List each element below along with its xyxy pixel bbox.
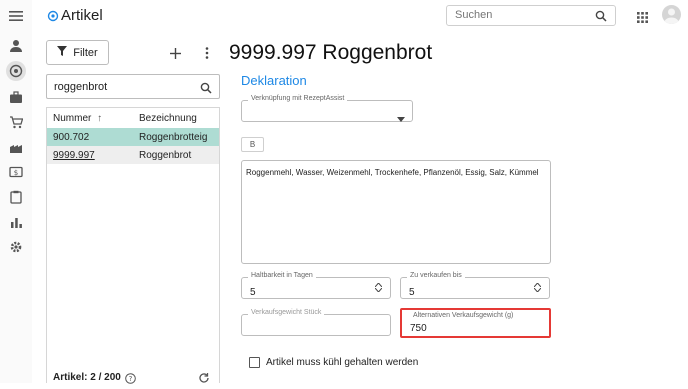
section-title-deklaration: Deklaration bbox=[241, 73, 307, 88]
apps-grid-icon[interactable] bbox=[637, 10, 648, 28]
chevron-up-icon bbox=[534, 283, 541, 287]
zu-verkaufen-bis-value[interactable]: 5 bbox=[409, 287, 415, 298]
bold-format-button[interactable]: B bbox=[241, 137, 264, 152]
help-icon[interactable]: ? bbox=[125, 371, 136, 389]
avatar[interactable] bbox=[662, 5, 681, 24]
cart-icon[interactable] bbox=[6, 112, 26, 132]
filter-button-label: Filter bbox=[73, 46, 98, 59]
app-logo-icon bbox=[47, 9, 59, 22]
zu-verkaufen-bis-label: Zu verkaufen bis bbox=[407, 272, 465, 279]
rezeptassist-label: Verknüpfung mit RezeptAssist bbox=[248, 95, 348, 102]
search-input[interactable] bbox=[455, 9, 585, 21]
money-icon[interactable]: $ bbox=[6, 162, 26, 182]
zu-verkaufen-stepper[interactable] bbox=[534, 283, 541, 292]
filter-button[interactable]: Filter bbox=[46, 40, 109, 65]
briefcase-icon[interactable] bbox=[6, 87, 26, 107]
bar-chart-icon[interactable] bbox=[6, 212, 26, 232]
haltbarkeit-field[interactable]: Haltbarkeit in Tagen 5 bbox=[241, 272, 391, 299]
zutaten-textarea[interactable]: Roggenmehl, Wasser, Weizenmehl, Trockenh… bbox=[241, 160, 551, 264]
haltbarkeit-label: Haltbarkeit in Tagen bbox=[248, 272, 316, 279]
alt-verkaufsgewicht-field[interactable]: Alternativen Verkaufsgewicht (g) 750 bbox=[400, 308, 551, 338]
verkaufsgewicht-field[interactable]: Verkaufsgewicht Stück bbox=[241, 309, 391, 336]
nav-rail: $ bbox=[0, 0, 32, 383]
clipboard-icon[interactable] bbox=[6, 187, 26, 207]
alt-verkaufsgewicht-value[interactable]: 750 bbox=[410, 323, 427, 334]
chevron-down-icon bbox=[534, 288, 541, 292]
verkaufsgewicht-label: Verkaufsgewicht Stück bbox=[248, 309, 325, 316]
chevron-up-icon bbox=[375, 283, 382, 287]
table-row[interactable]: 900.702 Roggenbrotteig bbox=[47, 128, 219, 146]
list-search-input[interactable]: roggenbrot bbox=[54, 81, 107, 93]
list-search-field[interactable]: roggenbrot bbox=[46, 74, 220, 99]
person-icon[interactable] bbox=[6, 36, 26, 56]
haltbarkeit-value[interactable]: 5 bbox=[250, 287, 256, 298]
svg-text:?: ? bbox=[129, 375, 133, 383]
settings-icon[interactable] bbox=[6, 237, 26, 257]
article-icon[interactable] bbox=[6, 61, 26, 81]
refresh-icon[interactable] bbox=[198, 371, 210, 389]
column-header-bezeichnung[interactable]: Bezeichnung bbox=[139, 113, 197, 124]
article-heading: 9999.997 Roggenbrot bbox=[229, 41, 433, 64]
svg-text:$: $ bbox=[14, 169, 18, 177]
zu-verkaufen-bis-field[interactable]: Zu verkaufen bis 5 bbox=[400, 272, 550, 299]
rezeptassist-select[interactable]: Verknüpfung mit RezeptAssist bbox=[241, 95, 413, 122]
add-icon[interactable] bbox=[170, 46, 181, 64]
alt-verkaufsgewicht-label: Alternativen Verkaufsgewicht (g) bbox=[410, 312, 517, 319]
menu-icon[interactable] bbox=[6, 6, 26, 26]
list-search-icon[interactable] bbox=[200, 81, 212, 99]
search-icon[interactable] bbox=[595, 9, 607, 27]
page-title: Artikel bbox=[61, 7, 103, 24]
kuehl-checkbox[interactable] bbox=[249, 357, 260, 368]
column-header-nummer[interactable]: Nummer ↑ bbox=[53, 113, 102, 124]
list-count: Artikel: 2 / 200 bbox=[53, 372, 121, 383]
sort-arrow-up-icon[interactable]: ↑ bbox=[97, 113, 102, 124]
global-search[interactable] bbox=[446, 5, 616, 26]
more-vert-icon[interactable] bbox=[205, 46, 209, 64]
haltbarkeit-stepper[interactable] bbox=[375, 283, 382, 292]
chevron-down-icon bbox=[375, 288, 382, 292]
kuehl-checkbox-label: Artikel muss kühl gehalten werden bbox=[266, 357, 419, 368]
zutaten-text[interactable]: Roggenmehl, Wasser, Weizenmehl, Trockenh… bbox=[246, 168, 549, 177]
filter-icon bbox=[57, 46, 68, 59]
row-nummer: 9999.997 bbox=[53, 150, 95, 161]
row-nummer: 900.702 bbox=[53, 132, 90, 143]
row-bezeichnung: Roggenbrotteig bbox=[139, 132, 208, 143]
table-row[interactable]: 9999.997 Roggenbrot bbox=[47, 146, 219, 164]
row-bezeichnung: Roggenbrot bbox=[139, 150, 192, 161]
factory-icon[interactable] bbox=[6, 137, 26, 157]
chevron-down-icon[interactable] bbox=[397, 109, 405, 127]
